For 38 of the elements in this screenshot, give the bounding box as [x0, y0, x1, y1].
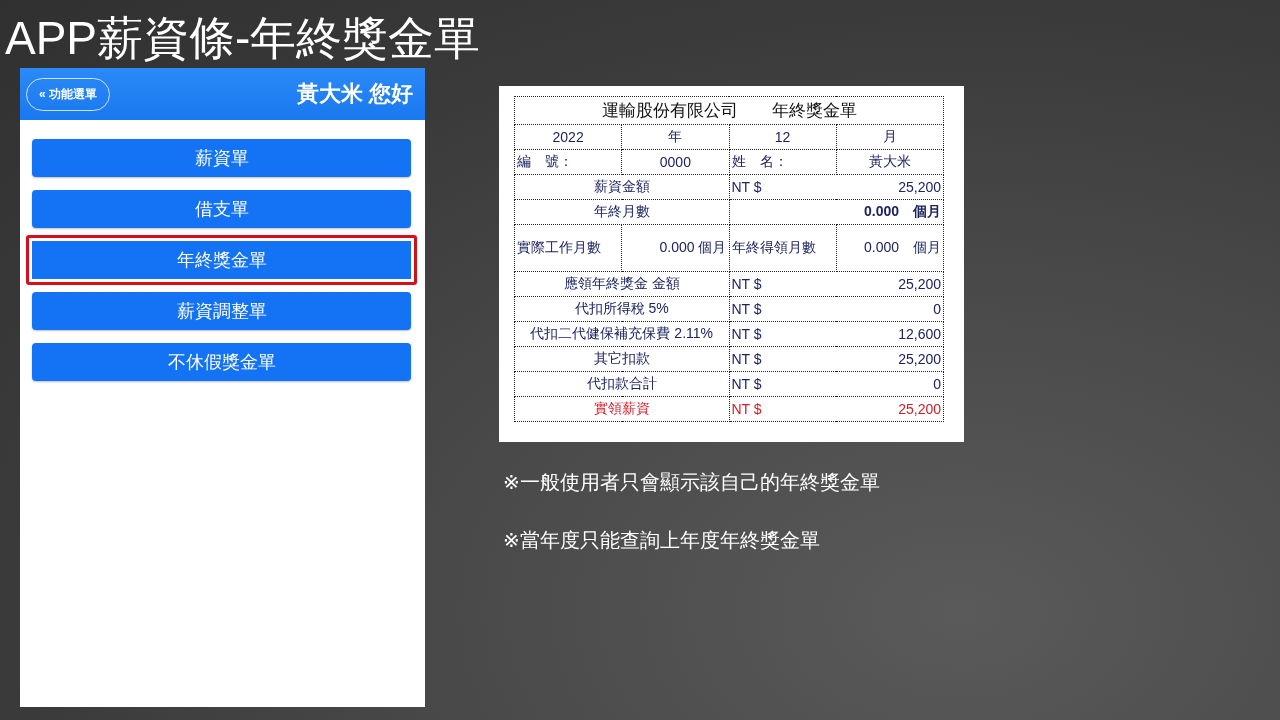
table-cell: 年終得領月數	[729, 224, 837, 272]
table-cell: 0.000 個月	[836, 224, 944, 272]
menu-button[interactable]: 年終獎金單	[26, 235, 417, 285]
table-cell: 實領薪資	[514, 396, 729, 422]
table-cell: 實際工作月數	[514, 224, 622, 272]
table-cell: 姓 名：	[729, 149, 837, 175]
table-cell: 年	[621, 124, 729, 150]
note-text: ※一般使用者只會顯示該自己的年終獎金單	[503, 470, 881, 495]
slip-title: 運輸股份有限公司 年終獎金單	[514, 96, 944, 125]
table-cell: 代扣所得稅 5%	[514, 296, 729, 322]
table-cell: 應領年終獎金 金額	[514, 271, 729, 297]
table-cell: 代扣款合計	[514, 371, 729, 397]
table-cell: 0	[836, 296, 944, 322]
table-cell: 0	[836, 371, 944, 397]
menu-button[interactable]: 薪資單	[32, 139, 411, 177]
table-cell: 薪資金額	[514, 174, 729, 200]
greeting: 黃大米 您好	[296, 80, 413, 108]
slide-title: APP薪資條-年終獎金單	[4, 11, 481, 66]
table-cell: 編 號：	[514, 149, 622, 175]
menu-button[interactable]: 薪資調整單	[32, 292, 411, 330]
table-cell: 其它扣款	[514, 346, 729, 372]
menu-button[interactable]: 借支單	[32, 190, 411, 228]
table-cell: 12	[729, 124, 837, 150]
table-cell: 25,200	[836, 271, 944, 297]
menu-button[interactable]: 不休假獎金單	[32, 343, 411, 381]
table-cell: 年終月數	[514, 199, 729, 225]
note-text: ※當年度只能查詢上年度年終獎金單	[503, 528, 821, 553]
table-cell: 2022	[514, 124, 622, 150]
table-cell: 12,600	[836, 321, 944, 347]
table-cell: 0000	[621, 149, 729, 175]
table-cell: 月	[836, 124, 944, 150]
table-cell: 黃大米	[836, 149, 944, 175]
table-cell: 25,200	[836, 396, 944, 422]
table-cell: 25,200	[836, 346, 944, 372]
table-cell: 0.000 個月	[621, 224, 729, 272]
table-cell: 代扣二代健保補充保費 2.11%	[514, 321, 729, 347]
table-cell: 0.000 個月	[836, 199, 944, 225]
table-cell: 25,200	[836, 174, 944, 200]
